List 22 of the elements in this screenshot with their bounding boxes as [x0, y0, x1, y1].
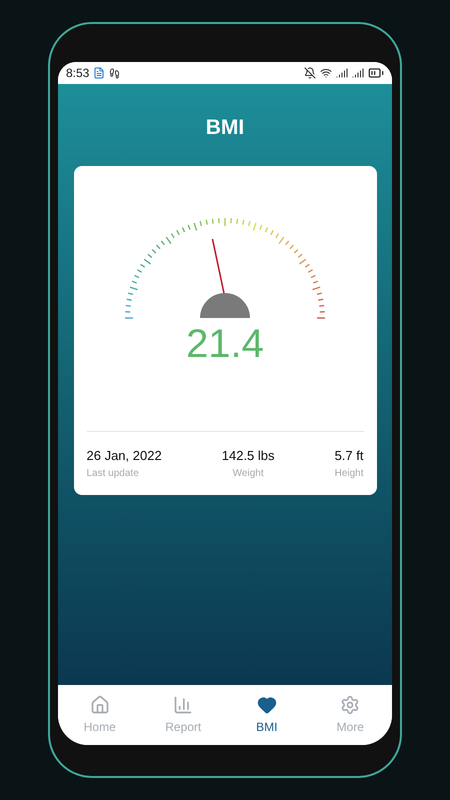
signal-icon — [336, 67, 348, 79]
status-time: 8:53 — [66, 65, 90, 82]
signal-icon — [352, 67, 364, 79]
stat-value: 142.5 lbs — [222, 447, 275, 465]
footprints-icon — [109, 68, 120, 78]
home-icon — [90, 694, 110, 714]
stat-value: 5.7 ft — [334, 447, 364, 465]
page-title: BMI — [206, 115, 244, 141]
stat-label: Weight — [232, 466, 264, 480]
bar-chart-icon — [173, 694, 194, 714]
nav-tab[interactable]: BMI — [236, 694, 297, 736]
stat-label: Last update — [86, 466, 139, 480]
gauge-hub — [200, 292, 250, 318]
settings-icon — [340, 694, 360, 714]
bmi-value: 21.4 — [186, 324, 264, 364]
nav-tab[interactable]: Report — [153, 694, 214, 736]
nav-tab[interactable]: Home — [70, 694, 130, 736]
stat-value: 26 Jan, 2022 — [86, 447, 162, 465]
document-icon — [93, 67, 106, 79]
nav-tab[interactable]: More — [320, 694, 380, 736]
mute-icon — [304, 67, 316, 79]
stat-label: Height — [334, 466, 364, 480]
